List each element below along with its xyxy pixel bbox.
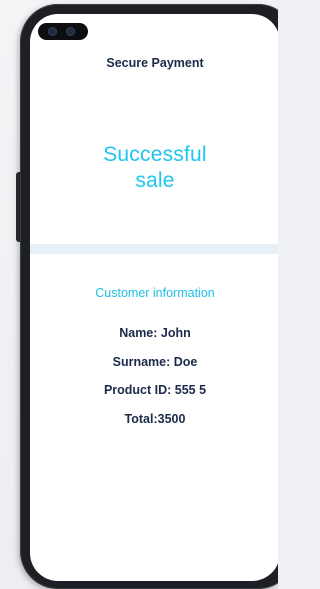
page-title: Secure Payment xyxy=(106,56,204,70)
success-message-line2: sale xyxy=(135,169,175,192)
camera-lens-icon xyxy=(48,27,57,36)
front-camera-icon xyxy=(38,23,88,40)
customer-info-title: Customer information xyxy=(95,286,215,300)
product-id: Product ID: 555 5 xyxy=(103,383,207,397)
customer-surname: Surname: Doe xyxy=(112,355,198,369)
camera-lens-icon xyxy=(66,27,75,36)
order-total: Total:3500 xyxy=(124,412,186,426)
success-message-line1: Successful xyxy=(103,143,207,166)
customer-name: Name: John xyxy=(119,326,191,340)
stage: Secure Payment Successful sale Customer … xyxy=(0,0,278,589)
success-message: Successful sale xyxy=(30,142,278,194)
phone-screen: Secure Payment Successful sale Customer … xyxy=(30,14,278,581)
section-divider xyxy=(30,244,278,254)
